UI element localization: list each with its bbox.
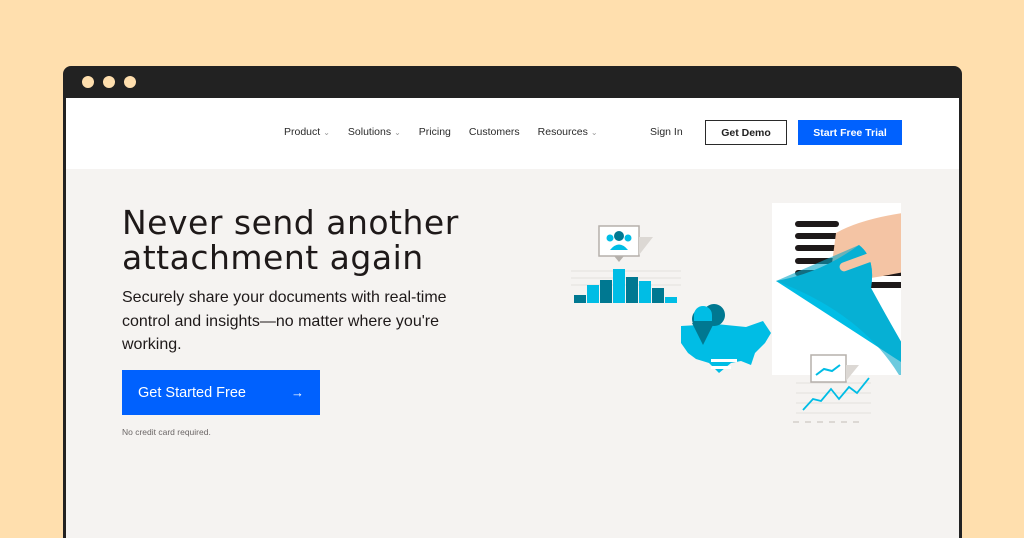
nav-link-customers[interactable]: Customers [469,126,520,138]
get-started-free-button[interactable]: Get Started Free → [122,370,320,415]
hero-subtitle: Securely share your documents with real-… [122,289,447,353]
get-demo-button[interactable]: Get Demo [705,120,787,145]
window-dot-maximize[interactable] [124,76,136,88]
window-controls [82,76,136,88]
top-navigation: Product ⌄ Solutions ⌄ Pricing Customers … [66,98,959,169]
browser-window: Product ⌄ Solutions ⌄ Pricing Customers … [63,66,962,538]
usa-map-pin-icon [681,304,771,373]
nav-link-label: Solutions [347,126,392,138]
nav-links: Product ⌄ Solutions ⌄ Pricing Customers … [284,126,616,138]
nav-link-label: Customers [468,126,520,138]
page-viewport: Product ⌄ Solutions ⌄ Pricing Customers … [66,98,959,538]
hero-illustration [571,203,901,423]
nav-link-label: Resources [537,126,588,138]
sign-in-link[interactable]: Sign In [650,126,683,138]
hero-title-line-2: attachment again [122,238,424,277]
hero-title: Never send another attachment again [122,205,542,275]
nav-link-label: Product [284,126,321,138]
chevron-down-icon: ⌄ [394,127,401,137]
nav-link-pricing[interactable]: Pricing [419,126,451,138]
window-dot-minimize[interactable] [103,76,115,88]
nav-link-label: Pricing [418,126,451,138]
chevron-down-icon: ⌄ [323,127,330,137]
chevron-down-icon: ⌄ [590,127,598,137]
document-page-peel-icon [772,203,901,375]
nav-link-resources[interactable]: Resources ⌄ [538,126,598,138]
nav-link-product[interactable]: Product ⌄ [284,126,330,138]
arrow-right-icon: → [291,385,304,400]
hero-title-line-1: Never send another [122,203,459,242]
cta-label: Get Started Free [138,384,246,401]
audience-bar-chart-icon [571,225,681,303]
nav-link-solutions[interactable]: Solutions ⌄ [348,126,401,138]
no-credit-card-note: No credit card required. [122,427,211,437]
window-dot-close[interactable] [82,76,94,88]
start-free-trial-button[interactable]: Start Free Trial [798,120,902,145]
